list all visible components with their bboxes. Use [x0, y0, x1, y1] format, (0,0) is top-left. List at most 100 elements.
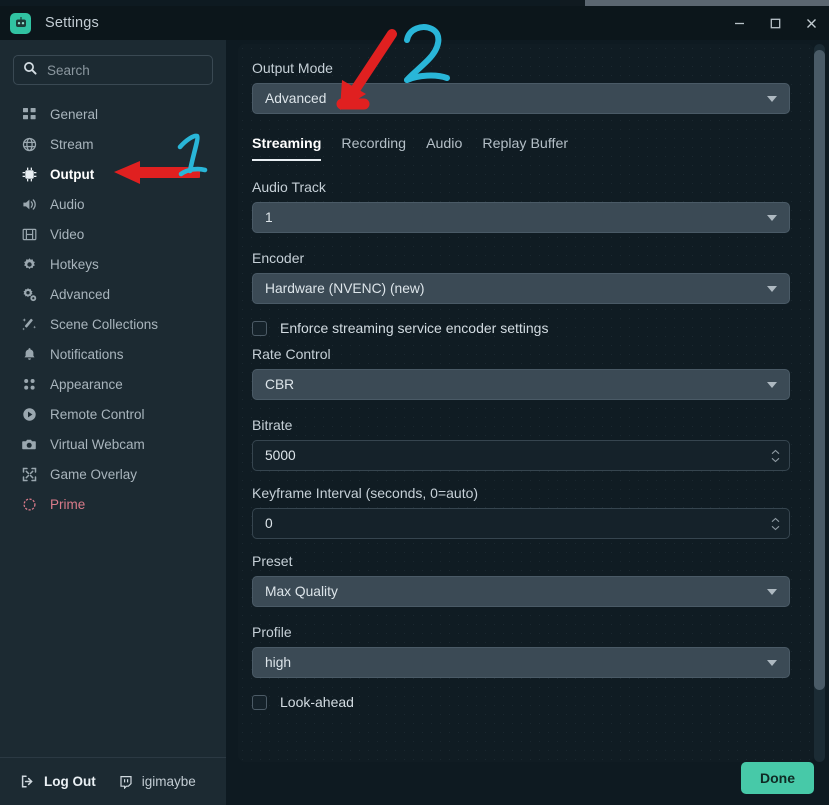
search-icon: [23, 61, 37, 80]
bitrate-value: 5000: [265, 448, 296, 463]
tab-label: Replay Buffer: [482, 136, 569, 152]
maximize-icon[interactable]: [757, 6, 793, 40]
output-mode-select[interactable]: Advanced: [252, 83, 790, 114]
sidebar-footer: Log Out igimaybe: [0, 757, 226, 805]
preset-select[interactable]: Max Quality: [252, 576, 790, 607]
output-mode-label: Output Mode: [252, 60, 333, 76]
keyframe-interval-input[interactable]: 0: [252, 508, 790, 539]
settings-window: Settings Search General Stream Output Au…: [0, 0, 829, 805]
done-button[interactable]: Done: [741, 762, 814, 794]
profile-label: Profile: [252, 624, 292, 640]
bitrate-input[interactable]: 5000: [252, 440, 790, 471]
sidebar-item-label: Scene Collections: [50, 316, 159, 332]
tab-replay-buffer[interactable]: Replay Buffer: [482, 136, 568, 161]
sidebar-item-general[interactable]: General: [0, 99, 226, 129]
sidebar-item-audio[interactable]: Audio: [0, 189, 226, 219]
sidebar-item-game-overlay[interactable]: Game Overlay: [0, 459, 226, 489]
tab-label: Audio: [426, 136, 463, 152]
sidebar-item-stream[interactable]: Stream: [0, 129, 226, 159]
sidebar-item-video[interactable]: Video: [0, 219, 226, 249]
camera-icon: [20, 435, 38, 453]
sidebar-item-label: Output: [50, 166, 95, 182]
sidebar-item-label: Appearance: [50, 376, 123, 392]
minimize-icon[interactable]: [721, 6, 757, 40]
sidebar-item-label: Notifications: [50, 346, 124, 362]
look-ahead-checkbox[interactable]: [252, 694, 267, 710]
scrollbar-thumb[interactable]: [814, 50, 825, 690]
wand-icon: [20, 315, 38, 333]
sidebar-item-label: Hotkeys: [50, 256, 99, 272]
sidebar-item-hotkeys[interactable]: Hotkeys: [0, 249, 226, 279]
look-ahead-label: Look-ahead: [280, 694, 354, 710]
bitrate-stepper[interactable]: [771, 449, 780, 462]
tab-audio[interactable]: Audio: [426, 136, 462, 161]
audio-track-label: Audio Track: [252, 179, 326, 195]
film-icon: [20, 225, 38, 243]
enforce-settings-checkbox[interactable]: [252, 320, 267, 336]
expand-icon: [20, 465, 38, 483]
keyframe-interval-label: Keyframe Interval (seconds, 0=auto): [252, 485, 479, 501]
chevron-down-icon: [767, 285, 777, 292]
chevron-down-icon: [767, 659, 777, 666]
profile-select[interactable]: high: [252, 647, 790, 678]
audio-track-select[interactable]: 1: [252, 202, 790, 233]
bitrate-label: Bitrate: [252, 417, 293, 433]
sidebar-nav: General Stream Output Audio Video Hotkey…: [0, 99, 226, 757]
gear-icon: [20, 255, 38, 273]
search-box[interactable]: [13, 55, 213, 85]
sidebar-item-label: Remote Control: [50, 406, 145, 422]
sidebar-item-advanced[interactable]: Advanced: [0, 279, 226, 309]
output-mode-value: Advanced: [265, 91, 327, 106]
grid-icon: [20, 105, 38, 123]
title-bar: Settings: [0, 6, 829, 40]
gears-icon: [20, 285, 38, 303]
enforce-settings-label: Enforce streaming service encoder settin…: [280, 320, 549, 336]
keyframe-interval-stepper[interactable]: [771, 517, 780, 530]
window-controls: [721, 6, 829, 40]
profile-value: high: [265, 655, 292, 670]
rate-control-value: CBR: [265, 377, 295, 392]
sidebar-item-virtual-webcam[interactable]: Virtual Webcam: [0, 429, 226, 459]
content-scrollbar[interactable]: [814, 44, 825, 762]
close-icon[interactable]: [793, 6, 829, 40]
twitch-icon: [119, 775, 133, 789]
tab-label: Streaming: [252, 136, 322, 152]
sidebar-item-prime[interactable]: Prime: [0, 489, 226, 519]
dots-icon: [20, 375, 38, 393]
sidebar-item-scene-collections[interactable]: Scene Collections: [0, 309, 226, 339]
keyframe-interval-value: 0: [265, 516, 273, 531]
log-out-label: Log Out: [44, 774, 96, 789]
tab-streaming[interactable]: Streaming: [252, 136, 322, 161]
sidebar-item-label: Audio: [50, 196, 85, 212]
sidebar-item-label: Advanced: [50, 286, 111, 302]
sidebar-item-output[interactable]: Output: [0, 159, 226, 189]
chevron-down-icon: [767, 588, 777, 595]
logout-icon: [20, 774, 35, 789]
sidebar-item-label: Prime: [50, 496, 86, 512]
chevron-down-icon: [767, 381, 777, 388]
tab-label: Recording: [341, 136, 407, 152]
speaker-icon: [20, 195, 38, 213]
settings-content-panel: Output Mode Advanced Streaming Recording…: [238, 44, 814, 762]
enforce-settings-row[interactable]: Enforce streaming service encoder settin…: [252, 320, 790, 336]
sidebar-item-label: Video: [50, 226, 85, 242]
log-out-button[interactable]: Log Out: [20, 774, 96, 789]
sidebar-item-label: General: [50, 106, 99, 122]
audio-track-value: 1: [265, 210, 273, 225]
look-ahead-row[interactable]: Look-ahead: [252, 694, 790, 710]
sidebar-item-remote-control[interactable]: Remote Control: [0, 399, 226, 429]
encoder-select[interactable]: Hardware (NVENC) (new): [252, 273, 790, 304]
preset-label: Preset: [252, 553, 293, 569]
rate-control-select[interactable]: CBR: [252, 369, 790, 400]
chevron-down-icon: [767, 214, 777, 221]
account-user[interactable]: igimaybe: [119, 774, 196, 789]
rate-control-label: Rate Control: [252, 346, 331, 362]
sidebar-item-appearance[interactable]: Appearance: [0, 369, 226, 399]
play-circle-icon: [20, 405, 38, 423]
sidebar-item-notifications[interactable]: Notifications: [0, 339, 226, 369]
search-input[interactable]: [47, 62, 203, 78]
tab-recording[interactable]: Recording: [341, 136, 406, 161]
streamlabs-icon: [10, 12, 31, 34]
sidebar-item-label: Stream: [50, 136, 94, 152]
chip-icon: [20, 165, 38, 183]
